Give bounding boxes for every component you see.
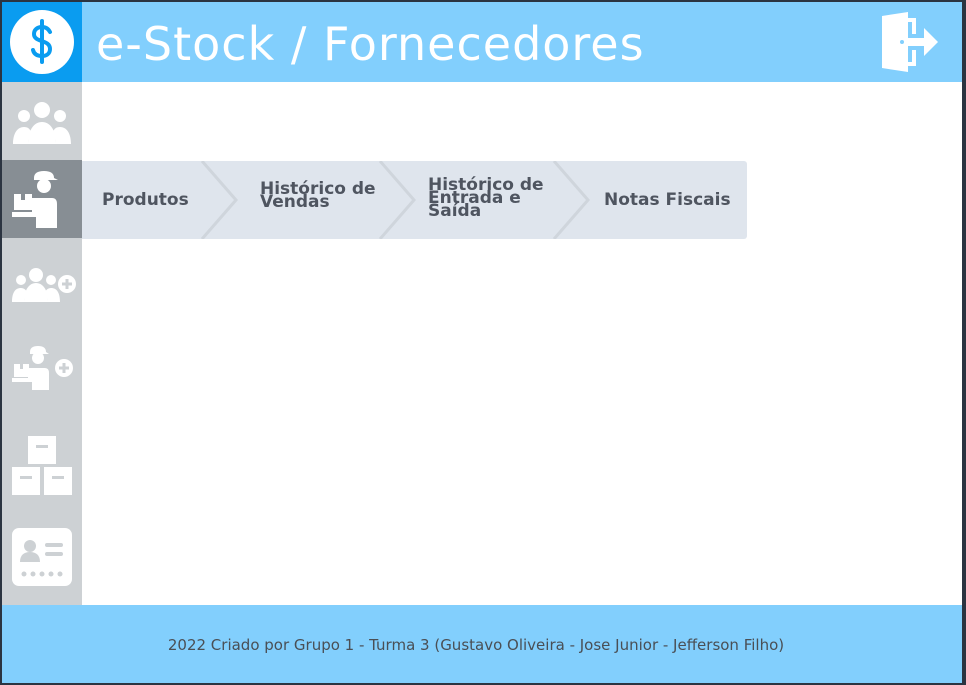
logout-button[interactable]	[878, 10, 940, 74]
menu-item-label: Notas Fiscais	[604, 190, 731, 210]
supplier-add-icon	[12, 346, 73, 390]
footer: 2022 Criado por Grupo 1 - Turma 3 (Gusta…	[2, 605, 962, 683]
users-add-icon	[12, 268, 76, 302]
users-group-icon	[13, 102, 71, 144]
app-frame: e-Stock / Fornecedores Produtos Históric…	[2, 2, 962, 683]
chevron-right-icon	[200, 161, 238, 239]
header-bar: e-Stock / Fornecedores	[2, 2, 962, 82]
page-title: e-Stock / Fornecedores	[96, 17, 645, 71]
boxes-icon	[12, 436, 72, 495]
menu-item-label: Produtos	[102, 190, 189, 210]
supplier-icon	[12, 171, 58, 228]
dollar-icon	[10, 10, 74, 74]
chevron-right-icon	[552, 161, 590, 239]
sidebar-item-add-fornecedor[interactable]	[2, 326, 82, 404]
fornecedores-submenu: Produtos Histórico de Vendas Histórico d…	[82, 161, 747, 239]
sidebar-item-add-cliente[interactable]	[2, 244, 82, 322]
sidebar-item-estoque[interactable]	[2, 426, 82, 504]
logout-icon	[882, 12, 938, 72]
sidebar-item-fornecedores[interactable]	[2, 160, 82, 238]
footer-credits: 2022 Criado por Grupo 1 - Turma 3 (Gusta…	[167, 636, 785, 654]
id-card-icon	[12, 528, 72, 586]
sidebar	[2, 82, 82, 605]
logo	[2, 2, 82, 82]
menu-item-label: Histórico de Entrada e Saída	[428, 175, 544, 221]
sidebar-item-usuarios[interactable]	[2, 518, 82, 596]
menu-item-label: Histórico de Vendas	[260, 179, 376, 212]
menu-item-historico-entrada-saida[interactable]: Histórico de Entrada e Saída	[412, 161, 572, 239]
sidebar-item-clientes[interactable]	[2, 82, 82, 160]
menu-item-notas-fiscais[interactable]: Notas Fiscais	[587, 161, 747, 239]
